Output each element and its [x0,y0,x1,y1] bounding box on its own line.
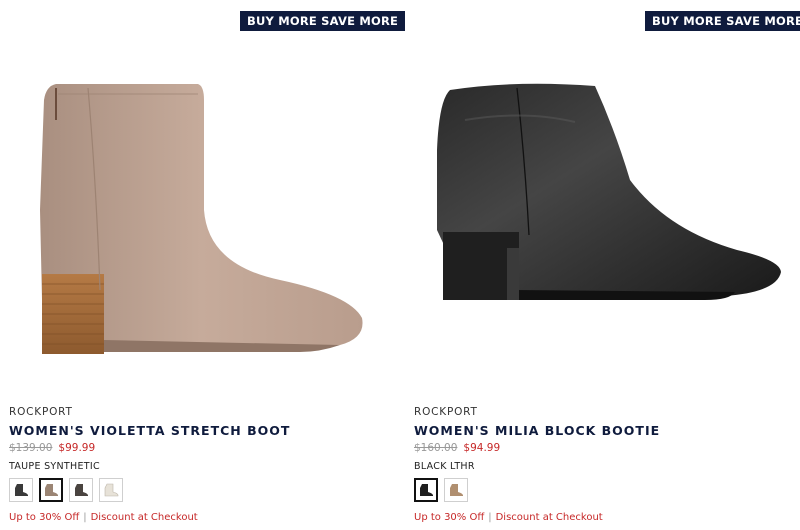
product-image[interactable] [0,60,392,380]
offer-detail: Discount at Checkout [495,512,603,523]
product-card-milia[interactable]: BUY MORE SAVE MORE ROCKPORT WOMEN'S MILI… [405,0,800,530]
offer-text: Up to 30% Off [9,512,80,523]
sale-price: $94.99 [463,442,501,454]
offer-text: Up to 30% Off [414,512,485,523]
price-row: $139.00 $99.99 [9,442,95,454]
brand-label: ROCKPORT [414,406,478,418]
promo-badge: BUY MORE SAVE MORE [645,11,800,31]
original-price: $160.00 [414,442,458,454]
product-name-link[interactable]: WOMEN'S VIOLETTA STRETCH BOOT [9,423,290,438]
sale-price: $99.99 [58,442,96,454]
color-swatch[interactable] [99,478,123,502]
color-swatch-selected[interactable] [414,478,438,502]
offer-line: Up to 30% Off | Discount at Checkout [9,512,198,523]
color-swatch[interactable] [69,478,93,502]
offer-detail: Discount at Checkout [90,512,198,523]
offer-line: Up to 30% Off | Discount at Checkout [414,512,603,523]
color-swatch[interactable] [444,478,468,502]
color-swatches [9,478,123,502]
product-card-violetta[interactable]: BUY MORE SAVE MORE ROCKPORT WOMEN'S VIOL… [0,0,406,530]
offer-separator: | [488,512,492,523]
offer-separator: | [83,512,87,523]
color-swatches [414,478,468,502]
color-name-label: BLACK LTHR [414,461,475,472]
original-price: $139.00 [9,442,53,454]
price-row: $160.00 $94.99 [414,442,500,454]
promo-badge: BUY MORE SAVE MORE [240,11,406,31]
color-swatch-selected[interactable] [39,478,63,502]
color-name-label: TAUPE SYNTHETIC [9,461,100,472]
color-swatch[interactable] [9,478,33,502]
product-image[interactable] [405,60,797,380]
product-name-link[interactable]: WOMEN'S MILIA BLOCK BOOTIE [414,423,660,438]
brand-label: ROCKPORT [9,406,73,418]
